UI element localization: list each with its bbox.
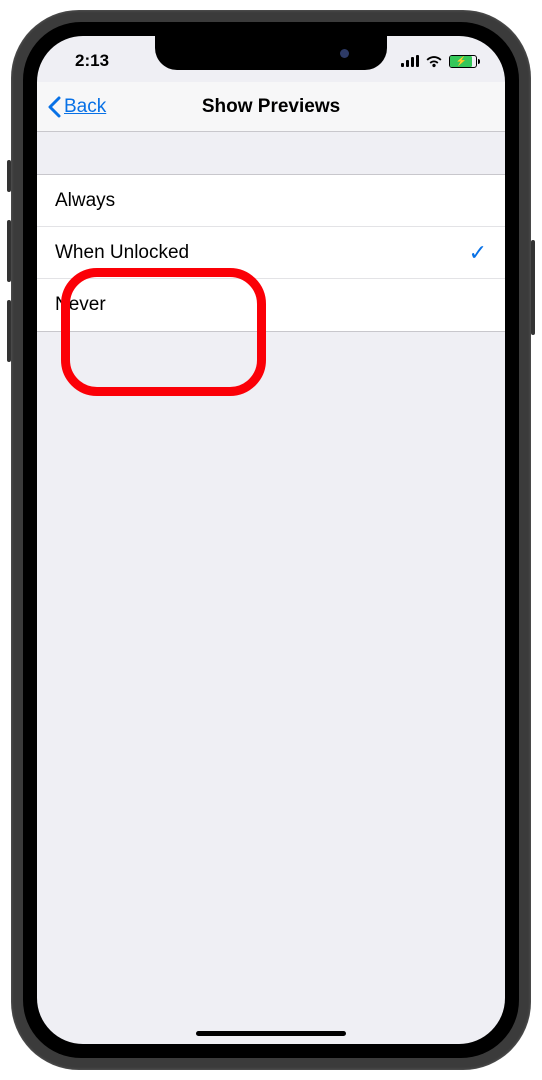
option-label: Always: [55, 190, 115, 212]
volume-down-button[interactable]: [7, 300, 11, 362]
front-camera: [340, 49, 349, 58]
section-spacer: [37, 132, 505, 174]
wifi-icon: [425, 55, 443, 68]
status-time: 2:13: [75, 51, 109, 71]
back-button[interactable]: Back: [47, 82, 106, 131]
volume-up-button[interactable]: [7, 220, 11, 282]
options-list: Always When Unlocked ✓ Never: [37, 174, 505, 332]
option-label: When Unlocked: [55, 242, 189, 264]
status-indicators: ⚡: [401, 55, 477, 68]
option-never[interactable]: Never: [37, 279, 505, 331]
checkmark-icon: ✓: [469, 240, 487, 266]
option-label: Never: [55, 294, 106, 316]
power-button[interactable]: [531, 240, 535, 335]
navigation-bar: Back Show Previews: [37, 82, 505, 132]
home-indicator[interactable]: [196, 1031, 346, 1036]
cellular-signal-icon: [401, 55, 419, 67]
notch: [155, 36, 387, 70]
screen: 2:13 ⚡: [37, 36, 505, 1044]
back-label: Back: [64, 96, 106, 118]
option-when-unlocked[interactable]: When Unlocked ✓: [37, 227, 505, 279]
chevron-left-icon: [47, 96, 62, 118]
page-title: Show Previews: [202, 96, 340, 118]
option-always[interactable]: Always: [37, 175, 505, 227]
mute-switch[interactable]: [7, 160, 11, 192]
device-frame: 2:13 ⚡: [11, 10, 531, 1070]
device-bezel: 2:13 ⚡: [23, 22, 519, 1058]
battery-charging-icon: ⚡: [449, 55, 477, 68]
